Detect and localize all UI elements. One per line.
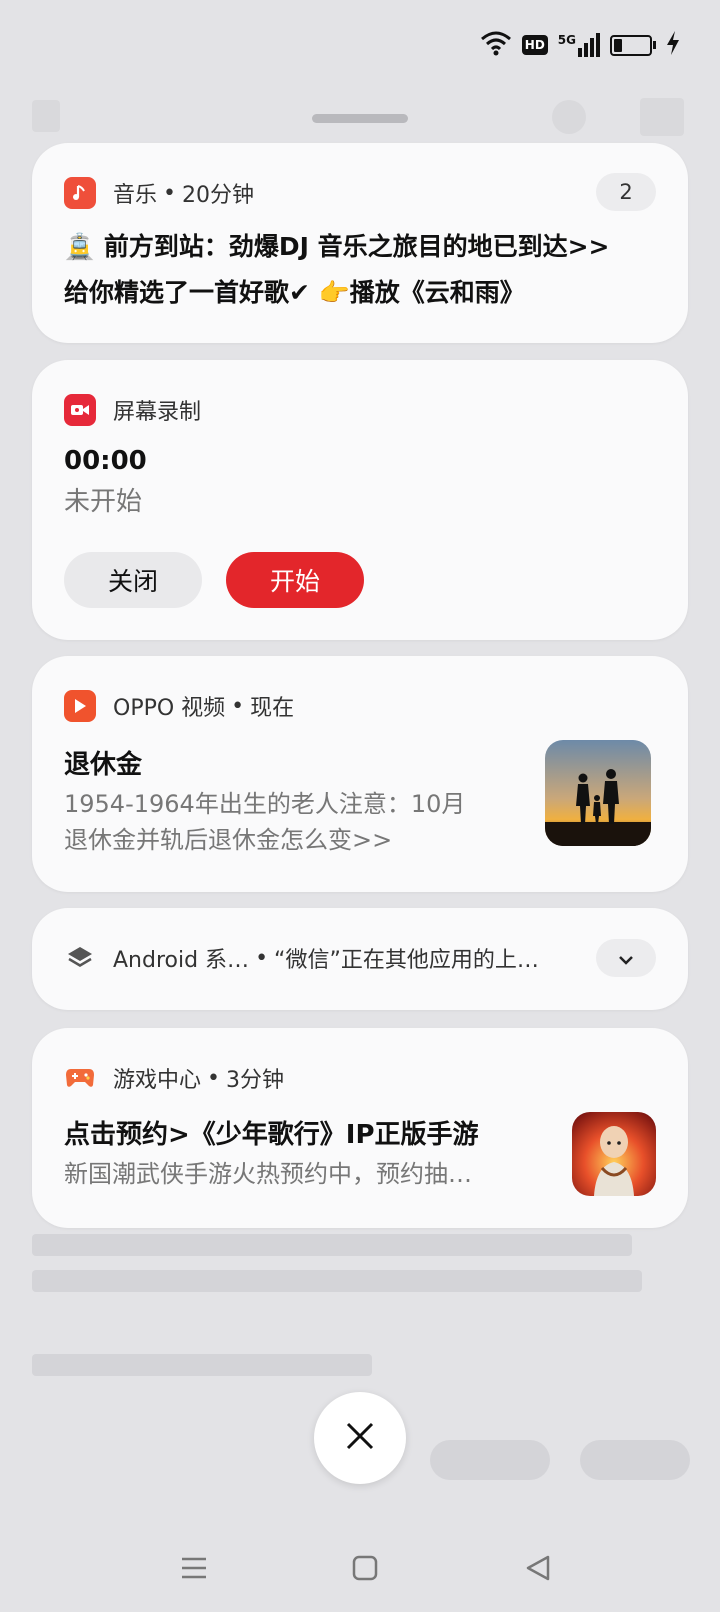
notification-time: 现在 <box>250 696 295 721</box>
notification-header: 游戏中心 • 3分钟 <box>64 1062 284 1094</box>
notification-body: 新国潮武侠手游火热预约中，预约抽… <box>64 1160 472 1188</box>
app-name: 音乐 <box>113 183 158 208</box>
app-name: OPPO 视频 <box>113 696 226 721</box>
app-name: 屏幕录制 <box>113 400 202 425</box>
notification-title: 退休金 <box>64 750 143 780</box>
app-name: 游戏中心 <box>113 1068 202 1093</box>
charging-icon <box>666 31 680 59</box>
ghost-text-line <box>32 1354 372 1376</box>
hd-badge: HD <box>521 35 548 55</box>
notification-count-badge[interactable]: 2 <box>596 173 656 211</box>
shade-drag-handle[interactable] <box>312 114 408 123</box>
close-icon <box>345 1421 375 1455</box>
notification-header: 屏幕录制 <box>64 394 201 426</box>
home-icon[interactable] <box>345 1548 385 1588</box>
battery-icon <box>610 34 656 56</box>
notification-title: 点击预约>《少年歌行》IP正版手游 <box>64 1120 479 1150</box>
network-type-label: 5G <box>557 33 576 47</box>
back-icon[interactable] <box>518 1548 558 1588</box>
close-button[interactable]: 关闭 <box>64 552 202 608</box>
ghost-share-icon <box>640 98 684 136</box>
music-note-icon <box>64 177 96 209</box>
notification-header: 音乐 • 20分钟 <box>64 177 254 209</box>
menu-icon[interactable] <box>174 1548 214 1588</box>
notification-body-line: 退休金并轨后退休金怎么变>> <box>64 826 393 854</box>
game-thumbnail[interactable] <box>572 1112 656 1196</box>
notification-time: 3分钟 <box>226 1068 284 1093</box>
wifi-icon <box>480 30 512 60</box>
notification-header: Android 系… • “微信”正在其他应用的上… <box>64 942 539 974</box>
navigation-bar <box>0 1548 720 1588</box>
video-camera-icon <box>64 394 96 426</box>
notification-body-line: 1954-1964年出生的老人注意：10月 <box>64 790 466 818</box>
notification-game-center[interactable]: 游戏中心 • 3分钟 点击预约>《少年歌行》IP正版手游 新国潮武侠手游火热预约… <box>32 1028 688 1228</box>
ghost-text-line <box>32 1234 632 1256</box>
play-icon <box>64 690 96 722</box>
notification-android-system[interactable]: Android 系… • “微信”正在其他应用的上… <box>32 908 688 1010</box>
app-name: Android 系… <box>113 948 250 973</box>
status-bar: HD 5G <box>480 28 680 62</box>
clear-all-button[interactable] <box>314 1392 406 1484</box>
notification-music[interactable]: 音乐 • 20分钟 2 🚊 前方到站：劲爆DJ 音乐之旅目的地已到达>> 给你精… <box>32 143 688 343</box>
ghost-comment-count <box>580 1440 690 1480</box>
ghost-circle-icon <box>552 100 586 134</box>
ghost-like-count <box>430 1440 550 1480</box>
chevron-down-icon <box>618 946 634 970</box>
start-button[interactable]: 开始 <box>226 552 364 608</box>
notification-header: OPPO 视频 • 现在 <box>64 690 294 722</box>
notification-time: 20分钟 <box>182 183 254 208</box>
gamepad-icon <box>64 1062 96 1094</box>
notification-screen-record[interactable]: 屏幕录制 00:00 未开始 关闭 开始 <box>32 360 688 640</box>
ghost-back-icon <box>32 100 60 132</box>
video-thumbnail[interactable] <box>545 740 651 846</box>
signal-icon: 5G <box>558 33 600 57</box>
ghost-text-line <box>32 1270 642 1292</box>
expand-button[interactable] <box>596 939 656 977</box>
record-status: 未开始 <box>64 487 143 517</box>
notification-oppo-video[interactable]: OPPO 视频 • 现在 退休金 1954-1964年出生的老人注意：10月 退… <box>32 656 688 892</box>
notification-message-line: 🚊 前方到站：劲爆DJ 音乐之旅目的地已到达>> <box>64 232 610 261</box>
record-timer: 00:00 <box>64 446 147 476</box>
layers-icon <box>64 942 96 974</box>
notification-summary: “微信”正在其他应用的上… <box>274 948 539 973</box>
notification-message-line: 给你精选了一首好歌✔ 👉播放《云和雨》 <box>64 278 525 307</box>
